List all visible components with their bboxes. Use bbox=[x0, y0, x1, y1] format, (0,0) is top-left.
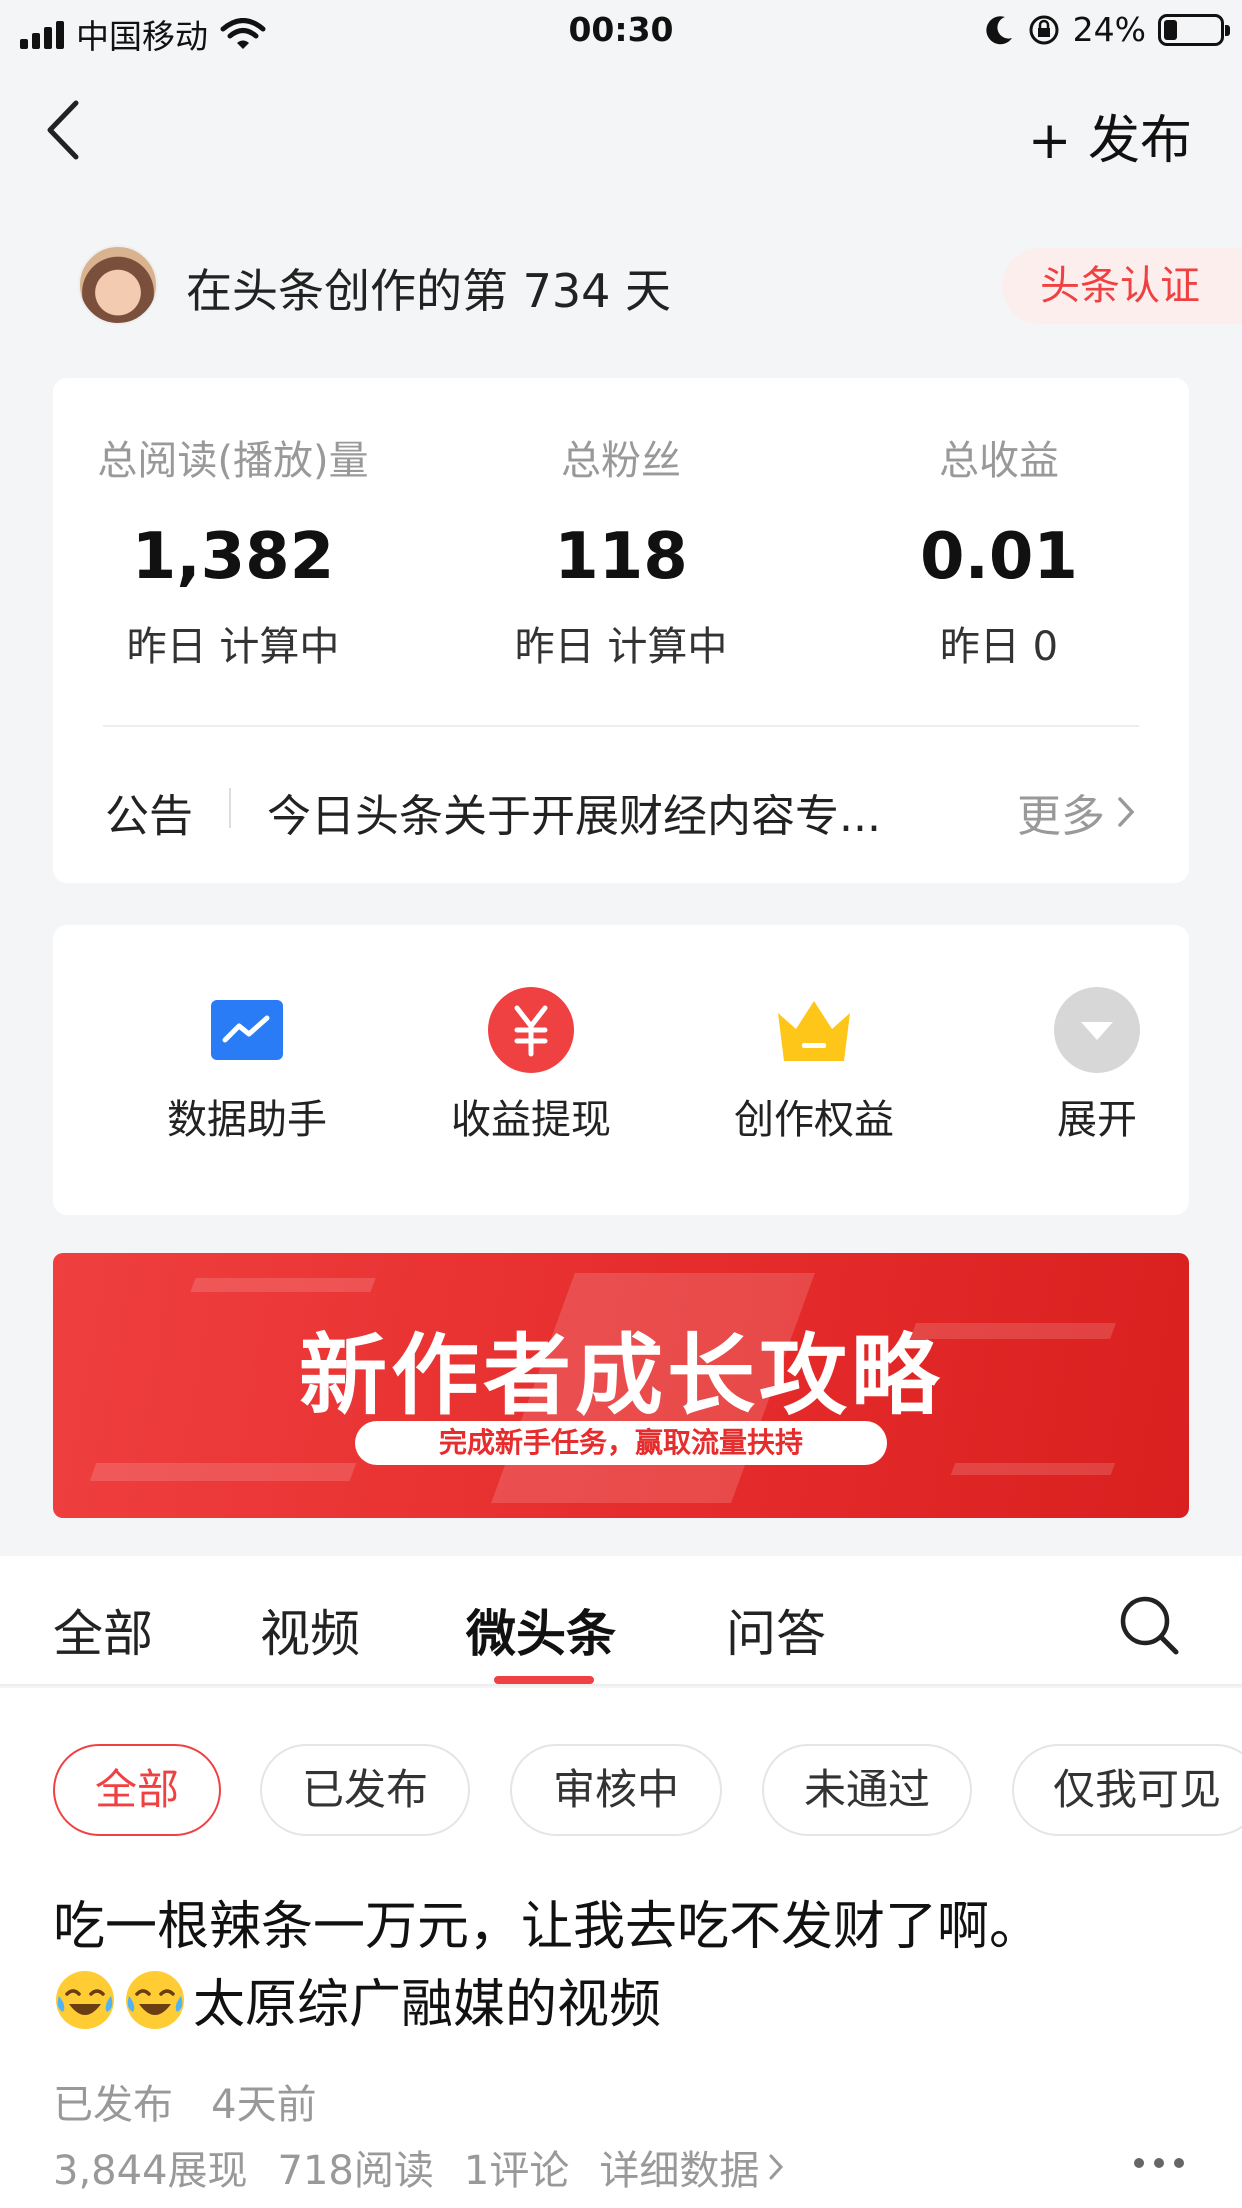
tools-card: 数据助手 收益提现 创作权益 展开 bbox=[53, 925, 1189, 1215]
tool-label: 展开 bbox=[1057, 1097, 1137, 1143]
detail-label: 详细数据 bbox=[599, 2148, 760, 2194]
stat-sub: 昨日 计算中 bbox=[126, 624, 340, 670]
tool-income-withdraw[interactable]: 收益提现 bbox=[411, 985, 651, 1145]
banner-decoration bbox=[190, 1278, 376, 1292]
stat-label: 总阅读(播放)量 bbox=[97, 438, 369, 484]
tab-all[interactable]: 全部 bbox=[53, 1594, 153, 1666]
post-detail-link[interactable]: 详细数据 bbox=[599, 2138, 785, 2196]
post-reads: 718阅读 bbox=[277, 2148, 434, 2194]
content-list: 全部 已发布 审核中 未通过 仅我可见 吃一根辣条一万元，让我去吃不发财了啊。 … bbox=[0, 1688, 1242, 2208]
chevron-right-icon bbox=[769, 2154, 784, 2180]
notice-separator bbox=[229, 788, 231, 828]
filter-all[interactable]: 全部 bbox=[53, 1744, 221, 1836]
tab-qa[interactable]: 问答 bbox=[726, 1594, 826, 1666]
tab-micro-toutiao[interactable]: 微头条 bbox=[466, 1594, 616, 1666]
tears-of-joy-emoji-icon bbox=[126, 1971, 184, 2029]
stats-card: 总阅读(播放)量 1,382 昨日 计算中 总粉丝 118 昨日 计算中 总收益… bbox=[53, 378, 1189, 883]
post-title-line2: 太原综广融媒的视频 bbox=[193, 1975, 662, 2035]
divider bbox=[103, 725, 1139, 727]
post-title-line2-row: 太原综广融媒的视频 bbox=[53, 1966, 1193, 2044]
tool-label: 收益提现 bbox=[451, 1097, 611, 1143]
banner-subtitle: 完成新手任务，赢取流量扶持 bbox=[355, 1421, 887, 1465]
battery-fill bbox=[1164, 19, 1177, 40]
chart-icon bbox=[211, 1000, 283, 1060]
filter-rejected[interactable]: 未通过 bbox=[762, 1744, 972, 1836]
post-status: 已发布 bbox=[53, 2082, 173, 2128]
active-tab-indicator bbox=[494, 1676, 594, 1684]
expand-icon bbox=[1054, 987, 1140, 1073]
search-icon[interactable] bbox=[1118, 1594, 1180, 1656]
publish-button[interactable]: + 发布 bbox=[1028, 98, 1192, 173]
rotation-lock-icon bbox=[1029, 15, 1059, 44]
tool-label: 创作权益 bbox=[734, 1097, 894, 1143]
post-title[interactable]: 吃一根辣条一万元，让我去吃不发财了啊。 太原综广融媒的视频 bbox=[53, 1888, 1193, 2044]
stat-label: 总粉丝 bbox=[561, 438, 681, 484]
post-impressions: 3,844展现 bbox=[53, 2148, 248, 2194]
stat-sub: 昨日 0 bbox=[939, 624, 1059, 670]
banner-title: 新作者成长攻略 bbox=[298, 1324, 943, 1427]
yuan-icon bbox=[488, 987, 574, 1073]
filter-published[interactable]: 已发布 bbox=[260, 1744, 470, 1836]
battery-percent: 24% bbox=[1072, 10, 1146, 49]
chevron-right-icon bbox=[1118, 797, 1135, 827]
tool-expand[interactable]: 展开 bbox=[977, 985, 1217, 1145]
moon-icon bbox=[986, 15, 1012, 44]
post-status-row: 已发布 4天前 bbox=[53, 2072, 317, 2130]
post-comments: 1评论 bbox=[463, 2148, 570, 2194]
stat-total-income[interactable]: 总收益 0.01 昨日 0 bbox=[849, 428, 1149, 672]
crown-icon bbox=[778, 1001, 850, 1061]
stat-sub: 昨日 计算中 bbox=[514, 624, 728, 670]
verify-badge[interactable]: 头条认证 bbox=[1002, 248, 1242, 324]
filter-private[interactable]: 仅我可见 bbox=[1012, 1744, 1242, 1836]
page: 中国移动 00:30 24% + 发布 在头条创作的第 734 天 头条认证 总… bbox=[0, 0, 1242, 2208]
notice-more-link[interactable]: 更多 bbox=[1017, 780, 1137, 844]
notice-text[interactable]: 今日头条关于开展财经内容专... bbox=[267, 780, 957, 844]
tool-data-assistant[interactable]: 数据助手 bbox=[127, 985, 367, 1145]
filter-reviewing[interactable]: 审核中 bbox=[510, 1744, 722, 1836]
more-options-icon[interactable] bbox=[1134, 2158, 1184, 2168]
tool-label: 数据助手 bbox=[167, 1097, 327, 1143]
banner-decoration bbox=[950, 1463, 1116, 1475]
growth-banner[interactable]: 新作者成长攻略 完成新手任务，赢取流量扶持 bbox=[53, 1253, 1189, 1518]
back-icon[interactable] bbox=[40, 95, 90, 165]
stat-total-reads[interactable]: 总阅读(播放)量 1,382 昨日 计算中 bbox=[83, 428, 383, 672]
stat-value: 0.01 bbox=[920, 520, 1078, 594]
battery-icon bbox=[1158, 13, 1230, 46]
creation-days-text: 在头条创作的第 734 天 bbox=[186, 264, 672, 318]
content-tabs: 全部 视频 微头条 问答 bbox=[0, 1556, 1242, 1686]
tears-of-joy-emoji-icon bbox=[56, 1971, 114, 2029]
stat-value: 118 bbox=[554, 520, 688, 594]
more-label: 更多 bbox=[1017, 791, 1105, 842]
post-title-line1: 吃一根辣条一万元，让我去吃不发财了啊。 bbox=[53, 1897, 1042, 1957]
banner-decoration bbox=[89, 1463, 357, 1481]
post-time: 4天前 bbox=[211, 2082, 317, 2128]
tool-creator-benefits[interactable]: 创作权益 bbox=[694, 985, 934, 1145]
stat-value: 1,382 bbox=[131, 520, 335, 594]
stat-label: 总收益 bbox=[939, 438, 1059, 484]
notice-label: 公告 bbox=[105, 791, 193, 842]
status-bar: 中国移动 00:30 24% bbox=[0, 0, 1242, 62]
post-stats-row: 3,844展现 718阅读 1评论 详细数据 bbox=[53, 2138, 785, 2196]
publish-label: + 发布 bbox=[1027, 111, 1192, 171]
tab-video[interactable]: 视频 bbox=[260, 1594, 360, 1666]
stat-total-fans[interactable]: 总粉丝 118 昨日 计算中 bbox=[471, 428, 771, 672]
avatar[interactable] bbox=[78, 245, 158, 325]
